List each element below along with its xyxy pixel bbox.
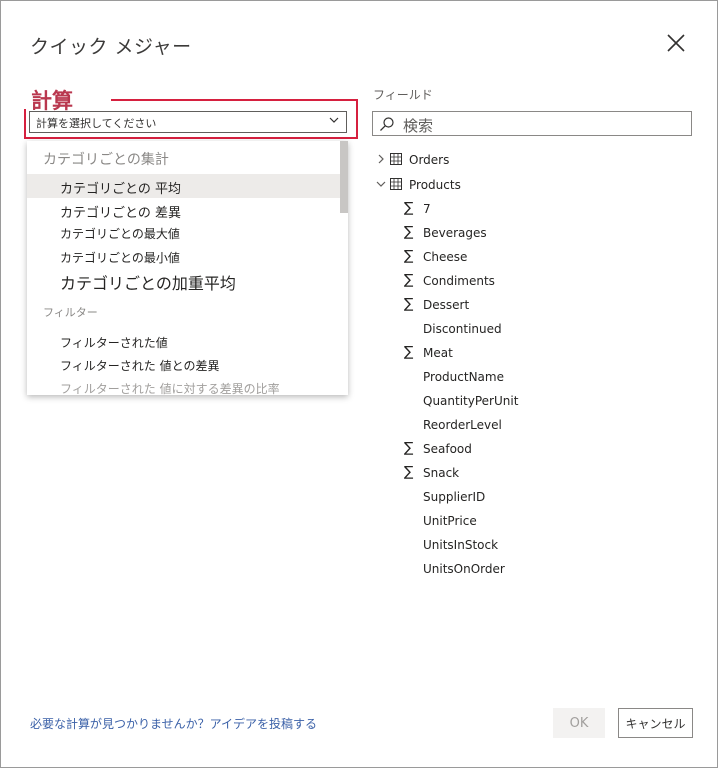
field-name: QuantityPerUnit <box>423 394 519 408</box>
table-name: Products <box>409 178 461 192</box>
calculation-dropdown-list[interactable]: カテゴリごとの集計 カテゴリごとの 平均 カテゴリごとの 差異 カテゴリごとの最… <box>27 141 348 395</box>
field-name: Condiments <box>423 274 495 288</box>
field-name: 7 <box>423 202 431 216</box>
sigma-icon: ∑ <box>404 296 414 312</box>
field-name: UnitsInStock <box>423 538 499 552</box>
sigma-icon: ∑ <box>404 272 414 288</box>
field-name: SupplierID <box>423 490 486 504</box>
table-icon <box>390 153 402 165</box>
dropdown-item-category-weighted-average[interactable]: カテゴリごとの加重平均 <box>27 268 340 294</box>
search-input[interactable]: 検索 <box>372 111 692 136</box>
dropdown-item-category-max[interactable]: カテゴリごとの最大値 <box>27 222 340 244</box>
field-name: ProductName <box>423 370 504 384</box>
dropdown-item-label: カテゴリごとの最大値 <box>60 227 180 241</box>
dropdown-item-label: フィルターされた値 <box>60 336 168 350</box>
suggest-idea-link[interactable]: 必要な計算が見つかりませんか？アイデアを投稿する <box>30 715 317 732</box>
field-name: Cheese <box>423 250 468 264</box>
calculation-select-value: 計算を選択してください <box>36 117 157 130</box>
field-name: UnitPrice <box>423 514 477 528</box>
sigma-icon: ∑ <box>404 224 414 240</box>
search-icon <box>379 116 395 132</box>
dropdown-item-label: カテゴリごとの 平均 <box>60 182 182 197</box>
dropdown-item-filtered-difference[interactable]: フィルターされた 値との差異 <box>27 354 340 376</box>
tree-item-products[interactable]: Products <box>375 176 575 196</box>
dropdown-group-header: フィルター <box>43 306 98 319</box>
tree-item-orders[interactable]: Orders <box>375 151 575 171</box>
field-name: Beverages <box>423 226 487 240</box>
cancel-button[interactable]: キャンセル <box>618 708 693 738</box>
table-name: Orders <box>409 153 450 167</box>
sigma-icon: ∑ <box>404 200 414 216</box>
dropdown-item-filtered-percent-difference[interactable]: フィルターされた 値に対する差異の比率 <box>27 377 340 395</box>
field-name: Meat <box>423 346 453 360</box>
ok-button[interactable]: OK <box>553 708 605 738</box>
fields-label: フィールド <box>373 88 433 102</box>
close-icon[interactable] <box>665 32 687 54</box>
quick-measure-dialog: クイック メジャー 計算 計算を選択してください カテゴリごとの集計 カテゴリご… <box>0 0 718 768</box>
dropdown-item-category-min[interactable]: カテゴリごとの最小値 <box>27 246 340 268</box>
field-name: ReorderLevel <box>423 418 502 432</box>
table-icon <box>390 178 402 190</box>
sigma-icon: ∑ <box>404 344 414 360</box>
dropdown-item-category-average[interactable]: カテゴリごとの 平均 <box>27 174 340 198</box>
dropdown-group-header: カテゴリごとの集計 <box>43 152 169 168</box>
field-name: Snack <box>423 466 460 480</box>
dropdown-item-category-variance[interactable]: カテゴリごとの 差異 <box>27 199 340 221</box>
field-name: UnitsOnOrder <box>423 562 505 576</box>
chevron-right-icon[interactable] <box>375 153 387 165</box>
dropdown-item-label: フィルターされた 値に対する差異の比率 <box>60 382 280 395</box>
field-name: Seafood <box>423 442 472 456</box>
dropdown-scrollbar[interactable] <box>340 141 348 213</box>
field-name: Dessert <box>423 298 470 312</box>
dropdown-item-label: フィルターされた 値との差異 <box>60 359 220 373</box>
dropdown-item-label: カテゴリごとの 差異 <box>60 206 182 221</box>
sigma-icon: ∑ <box>404 440 414 456</box>
field-name: Discontinued <box>423 322 502 336</box>
dropdown-item-label: カテゴリごとの最小値 <box>60 251 180 265</box>
search-placeholder: 検索 <box>403 117 434 135</box>
dropdown-item-filtered-value[interactable]: フィルターされた値 <box>27 331 340 353</box>
dialog-title: クイック メジャー <box>30 36 192 58</box>
sigma-icon: ∑ <box>404 248 414 264</box>
dropdown-item-label: カテゴリごとの加重平均 <box>60 274 236 293</box>
calculation-select[interactable]: 計算を選択してください <box>29 111 347 133</box>
chevron-down-icon <box>328 114 340 129</box>
chevron-down-icon[interactable] <box>375 178 387 190</box>
sigma-icon: ∑ <box>404 464 414 480</box>
